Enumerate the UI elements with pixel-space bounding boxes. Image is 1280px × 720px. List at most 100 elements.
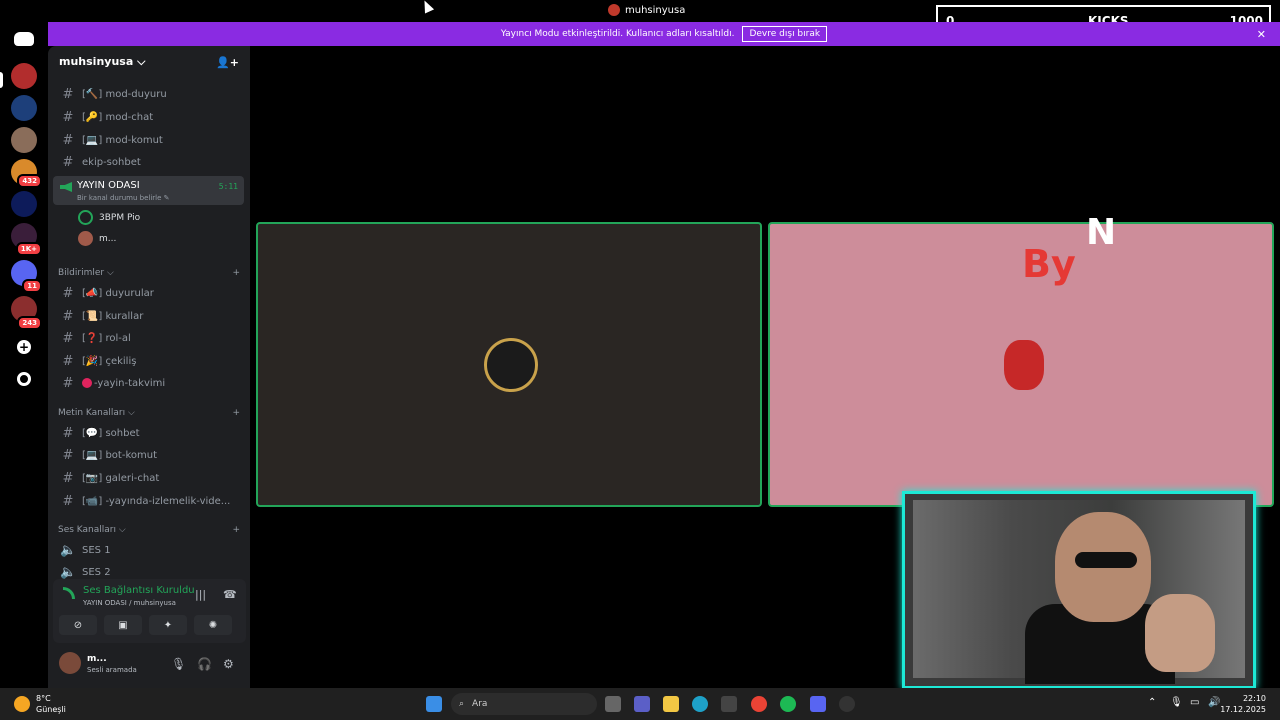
voice-connected-label: Ses Bağlantısı Kuruldu	[83, 585, 195, 596]
channel-duyurular[interactable]: #[📣] duyurular	[56, 282, 244, 304]
banner-close-icon[interactable]: ✕	[1257, 28, 1266, 41]
channel-ekip-sohbet[interactable]: # ekip-sohbet	[56, 151, 244, 173]
avatar[interactable]	[59, 652, 81, 674]
soundboard-button[interactable]: ✺	[194, 615, 232, 635]
channel-cekilis[interactable]: #[🎉] çekiliş	[56, 350, 244, 372]
channel-emoji: 📹	[85, 495, 99, 507]
disable-streamer-mode-button[interactable]: Devre dışı bırak	[742, 26, 828, 42]
explore-compass-icon[interactable]	[17, 372, 31, 386]
headphones-icon[interactable]: 🎧	[197, 657, 212, 671]
voice-participant-tile-1[interactable]	[256, 222, 762, 507]
category-metin[interactable]: Metin Kanalları ⌵ +	[58, 408, 240, 418]
server-icon-2[interactable]	[11, 95, 37, 121]
channel-galeri-chat[interactable]: #[📷] galeri-chat	[56, 467, 244, 489]
channel-bot-komut[interactable]: #[💻] bot-komut	[56, 444, 244, 466]
hash-icon: #	[62, 132, 74, 148]
edge-icon[interactable]	[692, 696, 708, 712]
channel-izlemelik-video[interactable]: #[📹] -yayında-izlemelik-vide...	[56, 490, 244, 512]
guild-name: muhsinyusa	[59, 55, 134, 68]
tray-mic-icon[interactable]: 🎙	[1170, 697, 1183, 708]
server-icon-3[interactable]	[11, 127, 37, 153]
add-channel-icon[interactable]: +	[232, 408, 240, 418]
signal-icon[interactable]	[63, 587, 75, 599]
obs-icon[interactable]	[839, 696, 855, 712]
channel-status[interactable]: Bir kanal durumu belirle ✎	[77, 194, 170, 202]
banner-message: Yayıncı Modu etkinleştirildi. Kullanıcı …	[500, 29, 735, 39]
channel-yayin-takvimi[interactable]: # -yayin-takvimi	[56, 372, 244, 394]
discord-taskbar-icon[interactable]	[810, 696, 826, 712]
temperature: 8°C	[36, 694, 51, 703]
disconnect-icon[interactable]: ☎	[223, 588, 237, 601]
tray-chevron-icon[interactable]: ⌃	[1148, 697, 1156, 708]
hash-icon: #	[62, 353, 74, 369]
category-bildirimler[interactable]: Bildirimler ⌵ +	[58, 268, 240, 278]
noise-suppression-icon[interactable]: |||	[195, 588, 206, 601]
server-icon-muhsinyusa[interactable]	[11, 63, 37, 89]
add-channel-icon[interactable]: +	[232, 268, 240, 278]
channel-emoji: 🔑	[85, 111, 99, 123]
channel-label: -yayında-izlemelik-vide...	[105, 495, 231, 507]
red-circle-icon	[82, 378, 92, 388]
tray-network-icon[interactable]: ▭	[1190, 697, 1199, 708]
chrome-icon[interactable]	[751, 696, 767, 712]
channel-mod-komut[interactable]: #[💻] mod-komut	[56, 129, 244, 151]
channel-label: duyurular	[105, 287, 154, 299]
tile-logo-sup: N	[1086, 212, 1117, 253]
channel-label: mod-komut	[105, 134, 163, 146]
guild-header[interactable]: muhsinyusa ⌵ 👤+	[48, 46, 250, 78]
app-avatar-icon	[608, 4, 620, 16]
add-server-icon[interactable]: +	[17, 340, 31, 354]
unread-badge: 1K+	[15, 242, 42, 256]
channel-emoji: 📜	[85, 310, 99, 322]
voice-channel-ses-1[interactable]: 🔈 SES 1	[56, 539, 244, 561]
server-icon-dgm[interactable]	[11, 191, 37, 217]
taskbar-search[interactable]: ⌕ Ara	[451, 693, 597, 715]
file-explorer-icon[interactable]	[663, 696, 679, 712]
microphone-icon[interactable]: 🎙	[171, 657, 186, 671]
voice-connected-channel[interactable]: YAYIN ODASI / muhsinyusa	[83, 599, 176, 607]
channel-label: çekiliş	[105, 355, 137, 367]
settings-gear-icon[interactable]: ⚙	[223, 657, 234, 671]
add-member-icon[interactable]: 👤+	[216, 56, 239, 69]
participant-avatar	[484, 338, 538, 392]
channel-mod-duyuru[interactable]: #[🔨] mod-duyuru	[56, 83, 244, 105]
hash-icon: #	[62, 308, 74, 324]
camera-off-button[interactable]: ⊘	[59, 615, 97, 635]
tile-logo-text: By	[1022, 242, 1076, 286]
screen-share-button[interactable]: ▣	[104, 615, 142, 635]
speaker-icon: 🔈	[60, 542, 77, 558]
voice-user[interactable]: m...	[78, 231, 116, 246]
voice-user[interactable]: 3BPM Pio	[78, 210, 140, 225]
store-icon[interactable]	[721, 696, 737, 712]
channel-mod-chat[interactable]: #[🔑] mod-chat	[56, 106, 244, 128]
channel-label: ekip-sohbet	[82, 156, 141, 168]
discord-home-icon[interactable]	[14, 32, 34, 46]
streamer-mode-banner: Yayıncı Modu etkinleştirildi. Kullanıcı …	[48, 22, 1280, 46]
category-label: Ses Kanalları	[58, 525, 116, 535]
channel-label: SES 2	[82, 566, 111, 578]
teams-icon[interactable]	[634, 696, 650, 712]
user-name[interactable]: m...	[87, 654, 107, 664]
clock-date: 17.12.2025	[1220, 705, 1266, 714]
spotify-icon[interactable]	[780, 696, 796, 712]
taskbar-clock[interactable]: 22:10 17.12.2025	[1220, 693, 1266, 715]
windows-start-icon[interactable]	[426, 696, 442, 712]
add-channel-icon[interactable]: +	[232, 525, 240, 535]
voice-participant-tile-2[interactable]: By N	[768, 212, 1274, 507]
weather-widget[interactable]: 8°C Güneşli	[14, 693, 66, 715]
tray-volume-icon[interactable]: 🔊	[1208, 697, 1220, 708]
voice-channel-yayin-odasi[interactable]: YAYIN ODASI Bir kanal durumu belirle ✎ 5…	[53, 176, 244, 205]
participant-avatar	[1004, 340, 1044, 390]
category-ses[interactable]: Ses Kanalları ⌵ +	[58, 525, 240, 535]
category-label: Metin Kanalları	[58, 408, 126, 418]
channel-emoji: ❓	[85, 332, 99, 344]
channel-sohbet[interactable]: #[💬] sohbet	[56, 422, 244, 444]
channel-rol-al[interactable]: #[❓] rol-al	[56, 327, 244, 349]
activities-button[interactable]: ✦	[149, 615, 187, 635]
task-view-icon[interactable]	[605, 696, 621, 712]
weather-text: Güneşli	[36, 705, 66, 714]
speaker-icon: 🔈	[60, 564, 77, 580]
channel-kurallar[interactable]: #[📜] kurallar	[56, 305, 244, 327]
channel-label: sohbet	[105, 427, 140, 439]
unread-badge: 243	[17, 316, 42, 330]
